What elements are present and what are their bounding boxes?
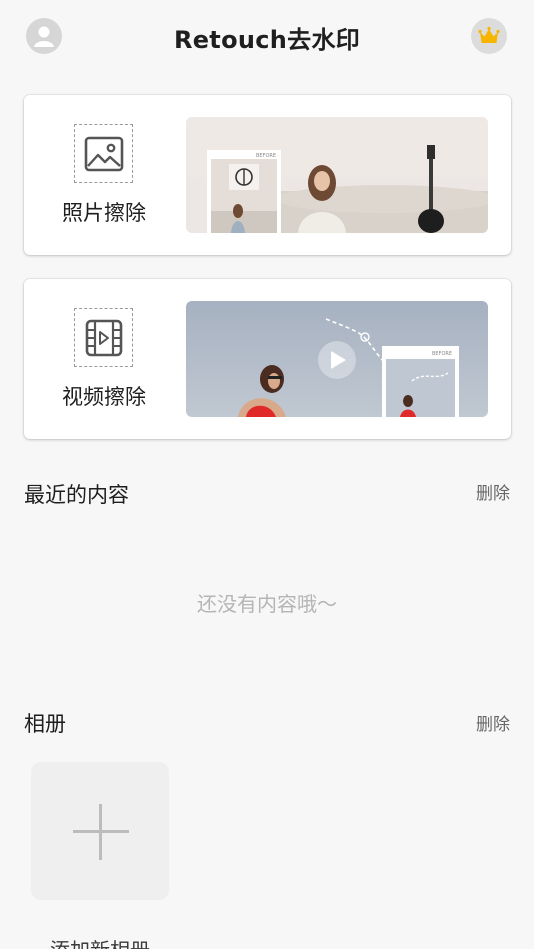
add-album-label: 添加新相册 (24, 934, 176, 949)
recent-section-title: 最近的内容 (24, 483, 129, 507)
video-erase-card[interactable]: 视频擦除 BEFORE (24, 279, 511, 439)
recent-delete-button[interactable]: 删除 (476, 479, 510, 504)
video-icon-box (74, 308, 133, 367)
app-title: Retouch去水印 (173, 26, 361, 54)
photo-erase-preview-image: BEFORE (186, 117, 488, 233)
album-section-title: 相册 (24, 712, 66, 736)
album-delete-button[interactable]: 删除 (476, 710, 510, 735)
svg-text:BEFORE: BEFORE (432, 351, 452, 357)
image-icon (84, 136, 124, 172)
photo-erase-card[interactable]: 照片擦除 BEFORE (24, 95, 511, 255)
vip-button[interactable] (471, 18, 507, 54)
film-icon (85, 319, 123, 357)
svg-text:BEFORE: BEFORE (256, 153, 276, 159)
video-erase-preview-image: BEFORE (186, 301, 488, 417)
photo-erase-label: 照片擦除 (62, 201, 146, 225)
video-erase-label: 视频擦除 (62, 385, 146, 409)
recent-empty-text: 还没有内容哦～ (197, 592, 337, 616)
app-screen: Retouch去水印 照片擦除 BEFORE 视频擦除 BEFORE 最近的内容… (0, 0, 534, 949)
photo-icon-box (74, 124, 133, 183)
crown-icon (478, 26, 500, 43)
add-album-button[interactable] (31, 762, 169, 900)
